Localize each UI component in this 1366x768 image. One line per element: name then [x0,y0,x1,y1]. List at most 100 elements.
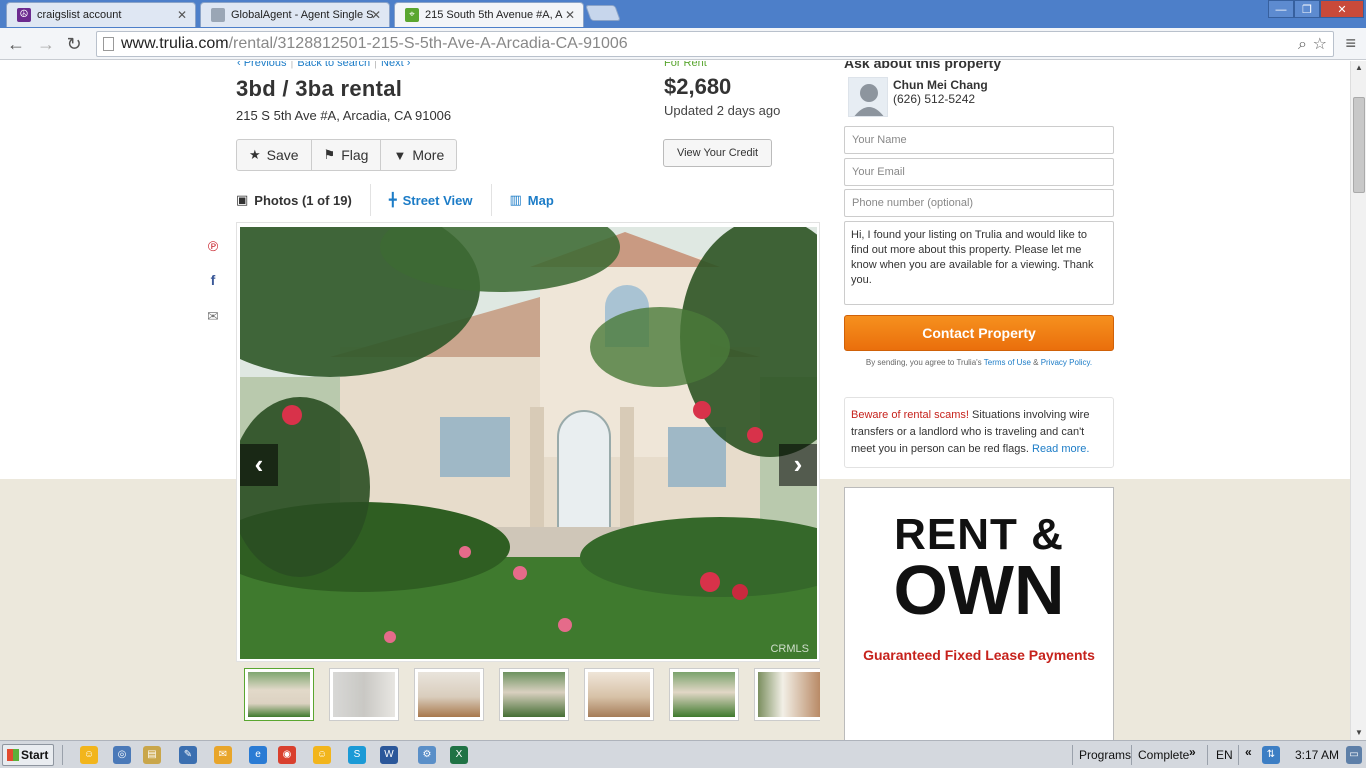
listing-title: 3bd / 3ba rental [236,76,403,101]
contact-property-button[interactable]: Contact Property [844,315,1114,351]
privacy-policy-link[interactable]: Privacy Policy. [1041,358,1092,367]
programs-toolbar[interactable]: Programs [1079,748,1131,762]
internet-explorer-icon[interactable]: e [249,746,267,764]
next-link[interactable]: Next › [381,61,410,69]
terms-of-use-link[interactable]: Terms of Use [984,358,1031,367]
pen-tool-icon[interactable]: ✎ [179,746,197,764]
avatar [848,77,888,117]
start-button[interactable]: Start [2,744,54,766]
listing-actions: ★ Save ⚑ Flag ▼ More [236,139,458,171]
new-tab-button[interactable] [585,5,621,21]
flag-button[interactable]: ⚑ Flag [312,140,382,170]
excel-icon[interactable]: X [450,746,468,764]
tab-trulia-listing[interactable]: ⌖ 215 South 5th Avenue #A, A ✕ [394,2,584,27]
view-credit-button[interactable]: View Your Credit [663,139,772,167]
chrome-icon[interactable]: ◉ [278,746,296,764]
name-field[interactable] [844,126,1114,154]
close-icon[interactable]: ✕ [371,8,381,22]
language-indicator[interactable]: EN [1216,748,1233,762]
phone-field[interactable] [844,189,1114,217]
restore-icon[interactable]: ❐ [1294,0,1320,18]
taskbar-divider [1072,745,1073,765]
minimize-icon[interactable]: — [1268,0,1294,18]
email-field[interactable] [844,158,1114,186]
tab-map[interactable]: ▥ Map [492,184,572,216]
browser-tab-strip: ☮ craigslist account ✕ GlobalAgent - Age… [0,0,1366,28]
tab-globalagent[interactable]: GlobalAgent - Agent Single S ✕ [200,2,390,27]
thumbnail[interactable] [584,668,654,721]
word-icon[interactable]: W [380,746,398,764]
page-icon [211,8,225,22]
save-button[interactable]: ★ Save [237,140,312,170]
tab-photos[interactable]: ▣ Photos (1 of 19) [236,184,371,216]
thumbnail[interactable] [669,668,739,721]
thumbnail[interactable] [244,668,314,721]
network-app-icon[interactable]: ⚙ [418,746,436,764]
clock[interactable]: 3:17 AM [1295,748,1339,762]
star-icon: ★ [249,147,261,162]
toolbar-overflow-chevron[interactable]: » [1189,745,1196,759]
tab-title: 215 South 5th Avenue #A, A [425,9,563,21]
agent-phone: (626) 512-5242 [893,92,976,106]
page-scrollbar[interactable]: ▲ ▼ [1350,61,1366,740]
tab-craigslist-account[interactable]: ☮ craigslist account ✕ [6,2,196,27]
next-photo-button[interactable]: › [779,444,817,486]
tray-expand-arrow[interactable]: « [1245,745,1252,759]
network-tray-icon[interactable]: ⇅ [1262,746,1280,764]
complete-toolbar[interactable]: Complete [1138,748,1189,762]
thumbnail[interactable] [329,668,399,721]
scrollbar-thumb[interactable] [1353,97,1365,193]
pinterest-icon[interactable]: ℗ [204,237,222,255]
back-to-search-link[interactable]: Back to search [297,61,370,69]
read-more-link[interactable]: Read more. [1032,443,1089,455]
mail-app-icon[interactable]: ✉ [214,746,232,764]
window-close-icon[interactable]: ✕ [1320,0,1364,18]
skype-icon[interactable]: S [348,746,366,764]
smiley-app-icon[interactable]: ☺ [80,746,98,764]
message-field[interactable]: Hi, I found your listing on Trulia and w… [844,221,1114,305]
search-icon[interactable]: ⌕ [1298,33,1307,57]
thumbnail[interactable] [754,668,820,721]
photo-viewer: ‹ › CRMLS [236,222,820,662]
previous-photo-button[interactable]: ‹ [240,444,278,486]
folder-icon[interactable]: ▤ [143,746,161,764]
back-arrow-icon[interactable]: ← [4,32,28,56]
close-icon[interactable]: ✕ [177,8,187,22]
messenger-icon[interactable]: ☺ [313,746,331,764]
status-label: For Rent [664,61,707,69]
photos-tab-label: Photos (1 of 19) [254,192,352,208]
menu-icon[interactable]: ≡ [1345,33,1356,54]
close-icon[interactable]: ✕ [565,8,575,22]
previous-link[interactable]: ‹ Previous [237,61,287,69]
more-label: More [412,147,445,163]
tab-title: craigslist account [37,9,122,21]
page-icon [103,37,114,51]
tab-street-view[interactable]: ╋ Street View [371,184,492,216]
contact-heading: Ask about this property [844,61,1002,71]
trulia-icon: ⌖ [405,8,419,22]
reload-icon[interactable]: ↻ [62,32,86,56]
agent-name: Chun Mei Chang [893,78,988,92]
property-photo[interactable]: ‹ › CRMLS [240,227,817,659]
peace-icon: ☮ [17,8,31,22]
web-page: ‹ Previous | Back to search | Next › 3bd / 3… [0,61,1350,740]
star-bookmark-icon[interactable]: ☆ [1313,33,1327,57]
scam-warning-box: Beware of rental scams! Situations invol… [844,397,1114,468]
scroll-up-icon[interactable]: ▲ [1351,61,1366,75]
more-button[interactable]: ▼ More [381,140,456,170]
scroll-down-icon[interactable]: ▼ [1351,726,1366,740]
email-icon[interactable]: ✉ [204,307,222,325]
address-bar[interactable]: www.trulia.com/rental/3128812501-215-S-5… [96,31,1334,57]
taskbar-divider [1238,745,1239,765]
thumbnail[interactable] [414,668,484,721]
media-tabs: ▣ Photos (1 of 19) ╋ Street View ▥ Map [236,184,572,216]
thumbnail[interactable] [499,668,569,721]
scam-warning-title: Beware of rental scams! [851,409,969,421]
forward-arrow-icon[interactable]: → [34,32,58,56]
thumbnail-strip [243,668,820,721]
browser-app-icon[interactable]: ◎ [113,746,131,764]
advertisement[interactable]: RENT & OWN Guaranteed Fixed Lease Paymen… [844,487,1114,740]
show-desktop-icon[interactable]: ▭ [1346,746,1362,764]
facebook-icon[interactable]: f [204,271,222,289]
start-label: Start [21,748,49,762]
